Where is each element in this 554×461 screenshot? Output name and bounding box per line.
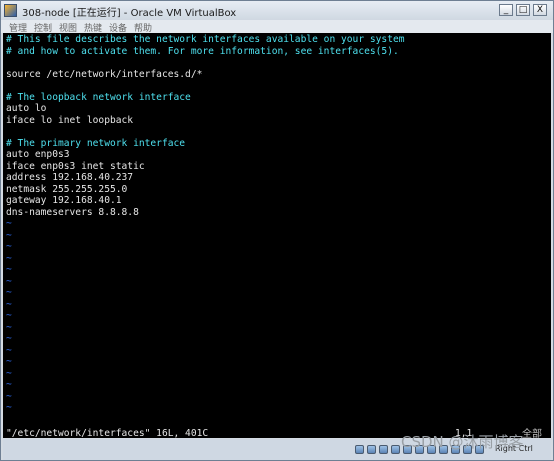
terminal-line: # The loopback network interface — [6, 91, 191, 103]
optical-drive-icon[interactable] — [367, 445, 376, 454]
vim-tilde-marker: ~ — [6, 275, 12, 287]
terminal-line: iface enp0s3 inet static — [6, 160, 145, 172]
virtualbox-icon — [4, 4, 17, 17]
vim-tilde-marker: ~ — [6, 367, 12, 379]
vim-tilde-marker: ~ — [6, 379, 12, 390]
terminal-line: iface lo inet loopback — [6, 114, 134, 126]
vim-tilde-marker: ~ — [6, 287, 12, 298]
terminal-line: # This file describes the network interf… — [6, 34, 405, 45]
vim-tilde-marker: ~ — [6, 229, 12, 241]
menu-bar: 管理 控制 视图 热键 设备 帮助 — [1, 20, 553, 34]
terminal-line: # The primary network interface — [6, 137, 186, 149]
hard-disk-icon[interactable] — [355, 445, 364, 454]
terminal-line: # and how to activate them. For more inf… — [6, 45, 399, 57]
vim-tilde-marker: ~ — [6, 252, 12, 264]
minimize-button[interactable]: _ — [499, 4, 513, 16]
vim-tilde-marker: ~ — [6, 390, 12, 402]
vim-tilde-marker: ~ — [6, 344, 12, 356]
vim-tilde-marker: ~ — [6, 264, 12, 275]
network-icon[interactable] — [391, 445, 400, 454]
close-button[interactable]: X — [533, 4, 547, 16]
terminal-line: source /etc/network/interfaces.d/* — [6, 68, 203, 80]
terminal-line: auto enp0s3 — [6, 149, 70, 160]
terminal-line: auto lo — [6, 103, 47, 114]
audio-icon[interactable] — [379, 445, 388, 454]
vim-tilde-marker: ~ — [6, 241, 12, 252]
terminal-line: netmask 255.255.255.0 — [6, 183, 128, 195]
vim-tilde-marker: ~ — [6, 356, 12, 367]
terminal-line: dns-nameservers 8.8.8.8 — [6, 206, 139, 218]
vim-scroll-position: 全部 — [522, 429, 542, 438]
csdn-watermark: CSDN @沐雨博客 — [401, 433, 524, 451]
vim-status-file: "/etc/network/interfaces" 16L, 401C — [6, 428, 209, 438]
vim-tilde-marker: ~ — [6, 298, 12, 310]
vim-tilde-marker: ~ — [6, 321, 12, 333]
vim-tilde-marker: ~ — [6, 310, 12, 321]
maximize-button[interactable]: □ — [516, 4, 530, 16]
vim-tilde-marker: ~ — [6, 333, 12, 344]
vim-tilde-marker: ~ — [6, 402, 12, 413]
title-bar[interactable]: 308-node [正在运行] - Oracle VM VirtualBox _… — [1, 1, 553, 20]
terminal-line: address 192.168.40.237 — [6, 172, 134, 183]
window-title: 308-node [正在运行] - Oracle VM VirtualBox — [22, 8, 237, 19]
virtualbox-window: 308-node [正在运行] - Oracle VM VirtualBox _… — [0, 0, 554, 461]
vm-console-screen[interactable]: # This file describes the network interf… — [3, 33, 551, 438]
terminal-line: gateway 192.168.40.1 — [6, 195, 122, 206]
vim-tilde-marker: ~ — [6, 218, 12, 229]
